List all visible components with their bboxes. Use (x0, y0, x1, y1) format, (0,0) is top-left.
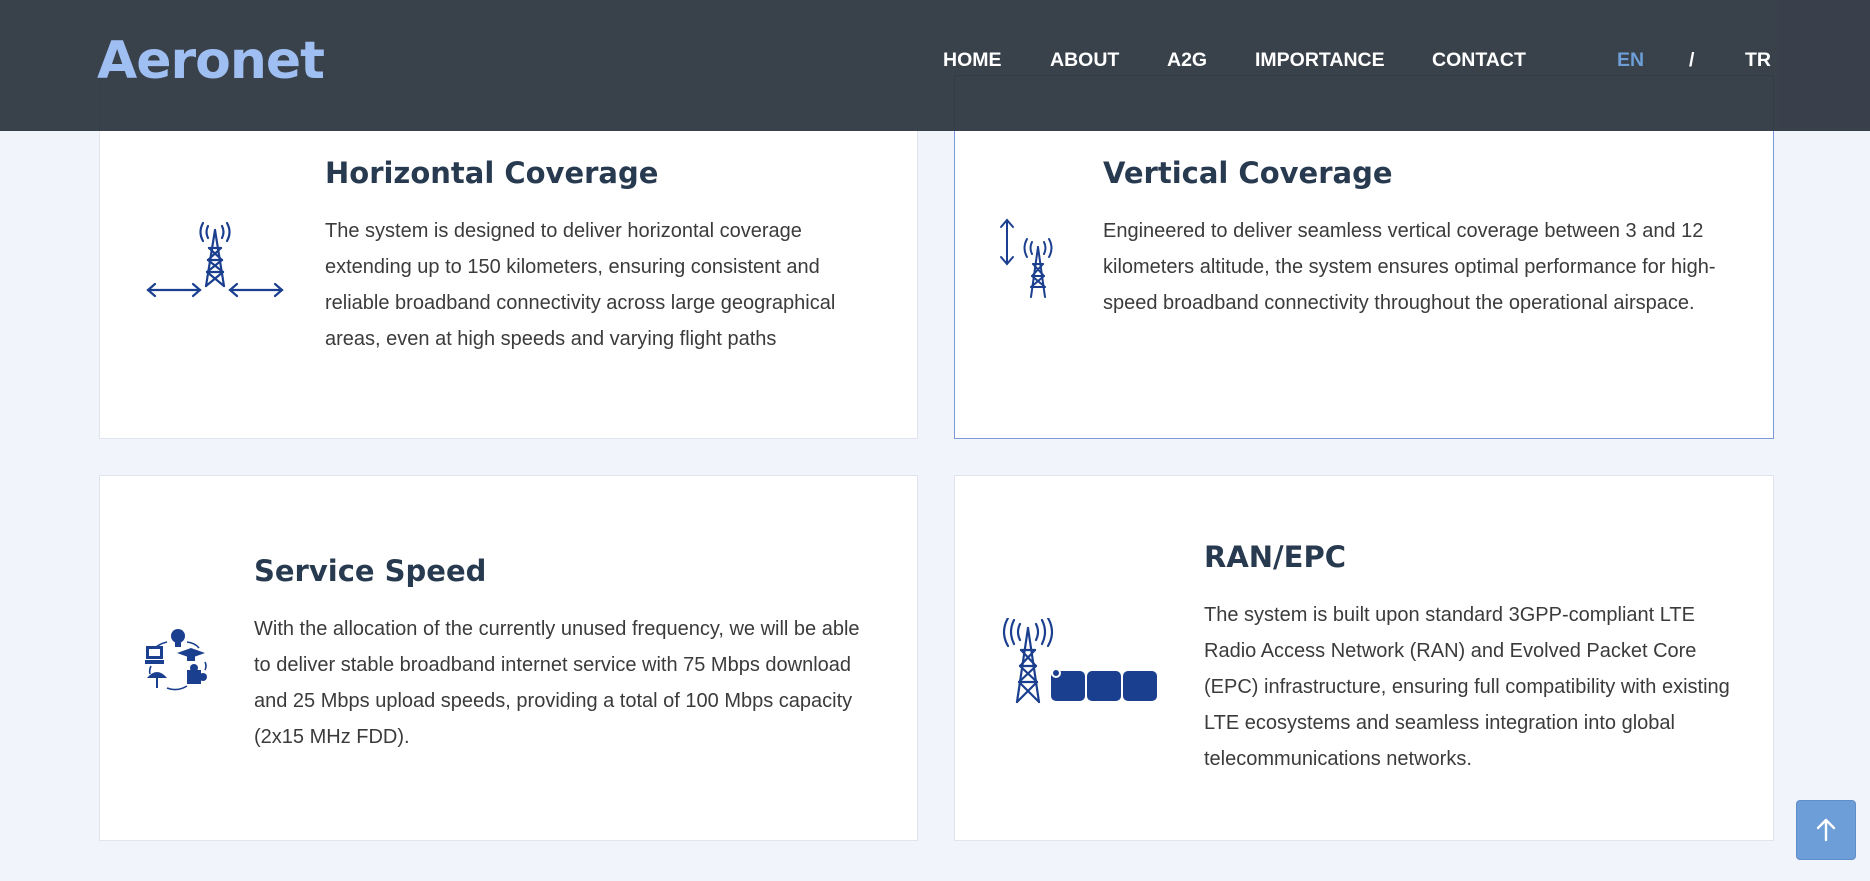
nav-about[interactable]: ABOUT (1050, 42, 1119, 78)
card-description: The system is built upon standard 3GPP-c… (1204, 604, 1730, 770)
arrow-up-icon (1816, 818, 1836, 842)
card-description: The system is designed to deliver horizo… (325, 220, 836, 350)
nav-contact[interactable]: CONTACT (1432, 42, 1526, 78)
nav-importance[interactable]: IMPORTANCE (1255, 42, 1385, 78)
card-title: RAN/EPC (1204, 540, 1346, 574)
card-description: Engineered to deliver seamless vertical … (1103, 220, 1716, 314)
card-title: Horizontal Coverage (325, 156, 659, 190)
lang-en[interactable]: EN (1617, 42, 1644, 78)
lang-separator: / (1689, 49, 1695, 71)
tower-core-network-icon (1002, 618, 1157, 704)
card-title: Vertical Coverage (1103, 156, 1393, 190)
main-nav: HOME ABOUT A2G IMPORTANCE CONTACT (0, 42, 1870, 78)
card-description: With the allocation of the currently unu… (254, 618, 860, 748)
services-cycle-icon (145, 629, 207, 691)
site-header: Aeronet HOME ABOUT A2G IMPORTANCE CONTAC… (0, 0, 1870, 131)
scroll-to-top-button[interactable] (1796, 800, 1856, 860)
lang-tr[interactable]: TR (1745, 42, 1771, 78)
feature-card-service-speed: Service Speed With the allocation of the… (99, 475, 918, 841)
nav-home[interactable]: HOME (943, 42, 1002, 78)
tower-vertical-arrow-icon (1000, 218, 1053, 298)
card-title: Service Speed (254, 554, 487, 588)
tower-horizontal-arrows-icon (146, 221, 284, 298)
nav-a2g[interactable]: A2G (1167, 42, 1207, 78)
feature-card-ran-epc: RAN/EPC The system is built upon standar… (954, 475, 1774, 841)
